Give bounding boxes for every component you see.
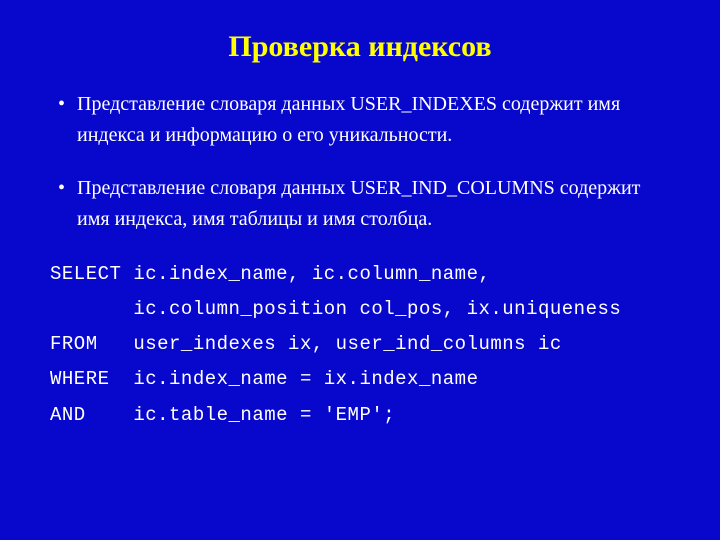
code-line: AND ic.table_name = 'EMP'; <box>50 398 670 433</box>
bullet-item: • Представление словаря данных USER_INDE… <box>50 89 670 151</box>
code-line: SELECT ic.index_name, ic.column_name, <box>50 257 670 292</box>
sql-code-block: SELECT ic.index_name, ic.column_name, ic… <box>50 257 670 433</box>
code-line: WHERE ic.index_name = ix.index_name <box>50 362 670 397</box>
slide-title: Проверка индексов <box>50 30 670 64</box>
bullet-marker: • <box>58 173 65 204</box>
code-line: FROM user_indexes ix, user_ind_columns i… <box>50 327 670 362</box>
code-line: ic.column_position col_pos, ix.uniquenes… <box>50 292 670 327</box>
bullet-marker: • <box>58 89 65 120</box>
bullet-text: Представление словаря данных USER_INDEXE… <box>77 89 670 151</box>
bullet-text: Представление словаря данных USER_IND_CO… <box>77 173 670 235</box>
bullet-item: • Представление словаря данных USER_IND_… <box>50 173 670 235</box>
